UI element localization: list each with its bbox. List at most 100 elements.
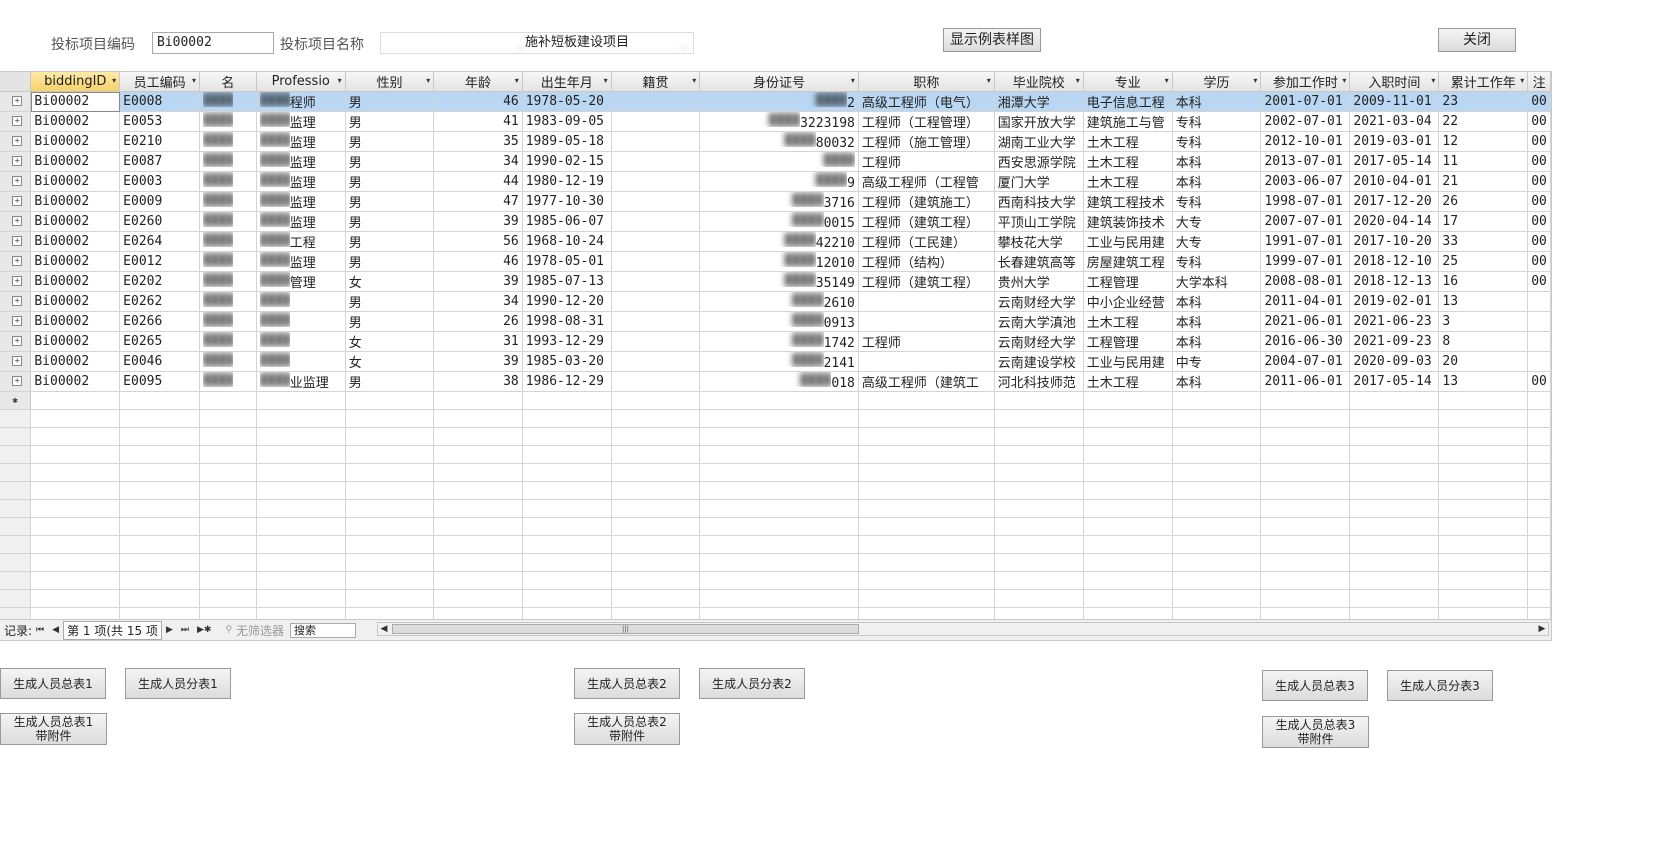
expand-subdatasheet-icon[interactable]: + (12, 116, 23, 127)
cell-title[interactable] (858, 351, 995, 372)
cell-hire-date[interactable]: 2018-12-10 (1349, 251, 1440, 272)
cell-hire-date[interactable]: 2020-09-03 (1349, 351, 1440, 372)
cell-hire-date[interactable]: 2017-05-14 (1349, 151, 1440, 172)
cell-title[interactable]: 高级工程师（电气） (858, 91, 995, 112)
cell-employee-code[interactable]: E0262 (119, 291, 200, 312)
cell-education[interactable]: 大专 (1172, 211, 1262, 232)
cell-age[interactable]: 34 (433, 291, 523, 312)
cell-native-place[interactable] (611, 251, 701, 272)
generate-total-3-button[interactable]: 生成人员总表3 (1262, 670, 1368, 701)
cell-profession[interactable]: ▇▇▇▇工程 (256, 231, 346, 252)
cell-age[interactable]: 44 (433, 171, 523, 192)
expand-subdatasheet-icon[interactable]: + (12, 276, 23, 287)
cell-bidding-id[interactable]: Bi00002 (30, 231, 121, 252)
cell-work-start[interactable]: 1991-07-01 (1260, 231, 1351, 252)
cell-native-place[interactable] (611, 291, 701, 312)
cell-employee-code[interactable]: E0265 (119, 331, 200, 352)
cell-birth-date[interactable]: 1989-05-18 (522, 131, 612, 152)
column-header-native-place[interactable]: 籍贯 ▾ (611, 72, 701, 92)
cell-school[interactable]: 西安思源学院 (994, 151, 1084, 172)
empty-cell[interactable] (522, 391, 612, 410)
table-row[interactable]: + Bi00002 E0266 ▇▇▇▇ ▇▇▇▇ 男 26 1998-08-31 ▇▇▇▇09… (0, 311, 1551, 332)
column-filter-dropdown-icon[interactable]: ▾ (1342, 76, 1346, 85)
row-selector[interactable]: + (0, 251, 32, 272)
cell-years-worked[interactable]: 20 (1438, 351, 1529, 372)
project-name-input[interactable]: _施补短板建设项目 _ (380, 32, 694, 54)
cell-years-worked[interactable]: 13 (1438, 291, 1529, 312)
cell-bidding-id[interactable]: Bi00002 (30, 371, 121, 392)
cell-school[interactable]: 贵州大学 (994, 271, 1084, 292)
cell-note[interactable]: 00 (1527, 211, 1551, 232)
cell-years-worked[interactable]: 8 (1438, 331, 1529, 352)
cell-name[interactable]: ▇▇▇▇ (199, 91, 257, 112)
cell-work-start[interactable]: 2007-07-01 (1260, 211, 1351, 232)
cell-major[interactable]: 土木工程 (1083, 311, 1173, 332)
column-filter-dropdown-icon[interactable]: ▾ (338, 76, 342, 85)
cell-name[interactable]: ▇▇▇▇ (199, 291, 257, 312)
cell-profession[interactable]: ▇▇▇▇监理 (256, 211, 346, 232)
cell-age[interactable]: 39 (433, 211, 523, 232)
cell-native-place[interactable] (611, 111, 701, 132)
cell-title[interactable]: 工程师 (858, 151, 995, 172)
cell-school[interactable]: 河北科技师范 (994, 371, 1084, 392)
generate-total-2-attachment-button[interactable]: 生成人员总表2带附件 (574, 713, 680, 745)
cell-bidding-id[interactable]: Bi00002 (30, 211, 121, 232)
cell-major[interactable]: 房屋建筑工程 (1083, 251, 1173, 272)
cell-bidding-id[interactable]: Bi00002 (30, 151, 121, 172)
cell-gender[interactable]: 男 (345, 371, 435, 392)
table-row[interactable]: + Bi00002 E0053 ▇▇▇▇ ▇▇▇▇监理男 41 1983-09-05 ▇▇▇▇… (0, 111, 1551, 132)
cell-gender[interactable]: 男 (345, 151, 435, 172)
cell-work-start[interactable]: 1999-07-01 (1260, 251, 1351, 272)
cell-native-place[interactable] (611, 151, 701, 172)
generate-sub-2-button[interactable]: 生成人员分表2 (699, 668, 805, 699)
column-filter-dropdown-icon[interactable]: ▾ (426, 76, 430, 85)
cell-education[interactable]: 本科 (1172, 151, 1262, 172)
row-selector[interactable]: + (0, 231, 32, 252)
cell-major[interactable]: 电子信息工程 (1083, 91, 1173, 112)
column-filter-dropdown-icon[interactable]: ▾ (192, 76, 196, 85)
table-row[interactable]: + Bi00002 E0260 ▇▇▇▇ ▇▇▇▇监理男 39 1985-06-07 ▇▇▇▇… (0, 211, 1551, 232)
column-header-major[interactable]: 专业 ▾ (1083, 72, 1173, 92)
cell-major[interactable]: 中小企业经营 (1083, 291, 1173, 312)
generate-total-1-attachment-button[interactable]: 生成人员总表1带附件 (0, 713, 107, 745)
column-header-education[interactable]: 学历 ▾ (1172, 72, 1262, 92)
row-selector[interactable]: + (0, 311, 32, 332)
scroll-left-icon[interactable]: ◀ (378, 623, 390, 635)
empty-cell[interactable] (345, 391, 435, 410)
cell-major[interactable]: 工业与民用建 (1083, 351, 1173, 372)
cell-work-start[interactable]: 2012-10-01 (1260, 131, 1351, 152)
cell-bidding-id[interactable]: Bi00002 (30, 111, 121, 132)
cell-bidding-id[interactable]: Bi00002 (30, 171, 121, 192)
cell-note[interactable] (1527, 331, 1551, 352)
cell-profession[interactable]: ▇▇▇▇ (256, 291, 346, 312)
cell-birth-date[interactable]: 1983-09-05 (522, 111, 612, 132)
record-position[interactable]: 第 1 项(共 15 项 (63, 620, 162, 640)
cell-profession[interactable]: ▇▇▇▇业监理 (256, 371, 346, 392)
cell-school[interactable]: 云南建设学校 (994, 351, 1084, 372)
cell-gender[interactable]: 男 (345, 291, 435, 312)
column-filter-dropdown-icon[interactable]: ▾ (112, 76, 116, 85)
cell-employee-code[interactable]: E0003 (119, 171, 200, 192)
column-filter-dropdown-icon[interactable]: ▾ (1076, 76, 1080, 85)
generate-total-3-attachment-button[interactable]: 生成人员总表3带附件 (1262, 716, 1369, 748)
cell-work-start[interactable]: 2021-06-01 (1260, 311, 1351, 332)
row-selector[interactable]: + (0, 291, 32, 312)
cell-education[interactable]: 大专 (1172, 231, 1262, 252)
empty-cell[interactable] (699, 391, 859, 410)
cell-school[interactable]: 国家开放大学 (994, 111, 1084, 132)
row-selector[interactable]: + (0, 211, 32, 232)
cell-profession[interactable]: ▇▇▇▇ (256, 311, 346, 332)
cell-age[interactable]: 35 (433, 131, 523, 152)
cell-profession[interactable]: ▇▇▇▇监理 (256, 251, 346, 272)
cell-profession[interactable]: ▇▇▇▇监理 (256, 191, 346, 212)
cell-years-worked[interactable]: 13 (1438, 371, 1529, 392)
select-all-corner[interactable] (0, 72, 32, 92)
cell-hire-date[interactable]: 2021-09-23 (1349, 331, 1440, 352)
cell-note[interactable]: 00 (1527, 271, 1551, 292)
show-sample-button[interactable]: 显示例表样图 (943, 28, 1041, 52)
cell-name[interactable]: ▇▇▇▇ (199, 271, 257, 292)
cell-major[interactable]: 建筑工程技术 (1083, 191, 1173, 212)
column-header-name[interactable]: 名 (199, 72, 257, 92)
cell-birth-date[interactable]: 1986-12-29 (522, 371, 612, 392)
generate-sub-1-button[interactable]: 生成人员分表1 (125, 668, 231, 699)
